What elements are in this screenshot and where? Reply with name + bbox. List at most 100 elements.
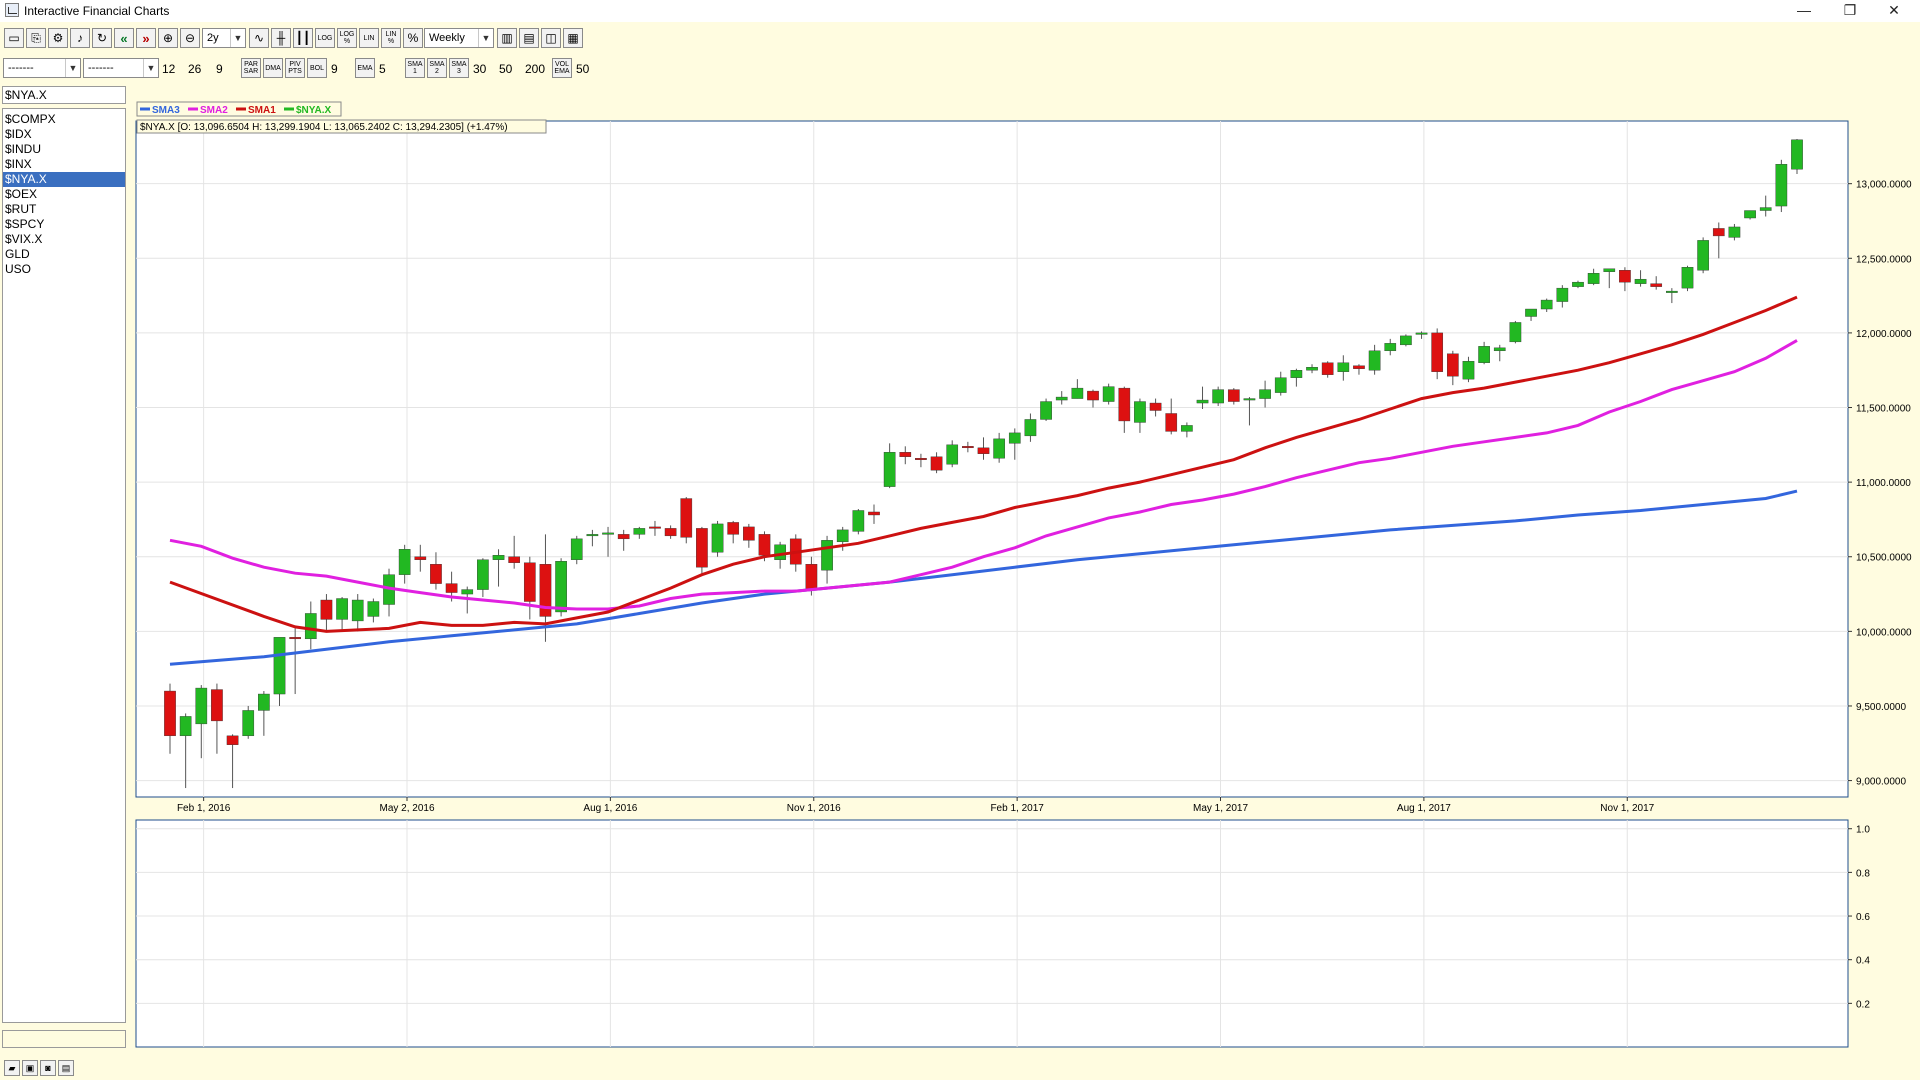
candle — [1791, 139, 1803, 170]
x-tick-label: May 2, 2016 — [379, 803, 434, 814]
candle — [1525, 308, 1537, 317]
candle — [195, 687, 208, 725]
candle — [1008, 432, 1021, 444]
status-bar: ▰ ▣ ◙ ▤ — [0, 1056, 1920, 1080]
candle — [1149, 402, 1162, 411]
save-icon[interactable]: ▣ — [22, 1060, 38, 1076]
candle — [242, 710, 255, 737]
candle — [727, 522, 740, 535]
candle — [523, 562, 536, 602]
candle — [508, 556, 521, 563]
candle — [414, 556, 427, 560]
candle — [1540, 299, 1553, 310]
candle — [1697, 240, 1709, 271]
export-icon[interactable]: ▤ — [58, 1060, 74, 1076]
candle — [962, 446, 974, 449]
candle — [289, 637, 301, 640]
candle — [868, 511, 880, 516]
candle — [1587, 273, 1600, 284]
x-tick-label: Feb 1, 2017 — [990, 803, 1044, 814]
candle — [1619, 270, 1631, 283]
candle — [1337, 362, 1350, 372]
candle — [1634, 278, 1647, 284]
candle — [226, 735, 239, 745]
legend-label: SMA1 — [248, 105, 276, 116]
candle — [852, 510, 865, 532]
candle — [1446, 353, 1459, 377]
y-tick-label: 0.4 — [1856, 956, 1870, 967]
y-tick-label: 1.0 — [1856, 825, 1870, 836]
candle — [1181, 425, 1193, 432]
candle — [883, 452, 896, 487]
lower-indicator-panel[interactable] — [135, 819, 1849, 1048]
candle — [743, 526, 755, 541]
candle — [899, 452, 912, 457]
candle — [617, 534, 630, 540]
x-tick-label: Aug 1, 2016 — [583, 803, 637, 814]
price-panel[interactable] — [135, 120, 1849, 798]
camera-icon[interactable]: ◙ — [40, 1060, 56, 1076]
lower-axis: 1.0 0.8 0.6 0.4 0.2 — [1848, 825, 1870, 1010]
candle — [1415, 332, 1428, 335]
candle — [1400, 335, 1412, 346]
candle — [351, 599, 364, 622]
candle — [1353, 365, 1365, 369]
candle — [1666, 290, 1678, 293]
candle — [1212, 389, 1224, 404]
candle — [1603, 268, 1616, 272]
candle — [1024, 419, 1037, 437]
candle — [398, 549, 411, 575]
candle — [492, 555, 505, 560]
candle — [711, 523, 724, 553]
y-tick-label: 11,000.0000 — [1856, 478, 1911, 489]
candle — [1274, 377, 1287, 393]
candle — [633, 528, 646, 535]
candle — [1650, 283, 1663, 287]
candle — [977, 447, 990, 454]
candle — [1227, 389, 1240, 402]
candle — [821, 540, 833, 571]
candle — [1681, 267, 1694, 289]
candle — [649, 526, 661, 529]
candle — [1775, 164, 1788, 207]
date-axis: Feb 1, 2016 May 2, 2016 Aug 1, 2016 Nov 1, … — [177, 797, 1655, 814]
x-tick-label: Nov 1, 2016 — [787, 803, 841, 814]
candle — [258, 693, 270, 711]
candle — [367, 601, 380, 617]
candle — [1071, 387, 1084, 399]
candle — [758, 534, 771, 556]
candle — [1087, 390, 1099, 401]
candle — [836, 529, 849, 543]
candle — [1321, 362, 1334, 375]
candle — [179, 716, 192, 737]
candle — [586, 534, 599, 537]
legend-label: SMA3 — [152, 105, 180, 116]
candle — [1493, 347, 1506, 352]
candle — [1243, 398, 1256, 401]
candle — [805, 564, 818, 590]
open-icon[interactable]: ▰ — [4, 1060, 20, 1076]
candle — [774, 544, 786, 560]
x-tick-label: Aug 1, 2017 — [1397, 803, 1451, 814]
chart-canvas[interactable]: 13,000.0000 12,500.0000 12,000.0000 11,500.… — [0, 0, 1920, 1056]
y-tick-label: 13,000.0000 — [1856, 180, 1912, 191]
y-tick-label: 0.6 — [1856, 912, 1870, 923]
candle — [664, 528, 677, 537]
price-axis: 13,000.0000 12,500.0000 12,000.0000 11,500.… — [1848, 180, 1912, 788]
candle — [1572, 281, 1584, 287]
y-tick-label: 12,500.0000 — [1856, 254, 1912, 265]
y-tick-label: 10,500.0000 — [1856, 553, 1912, 564]
candle — [1102, 386, 1115, 402]
candle — [273, 637, 286, 695]
quote-line: $NYA.X [O: 13,096.6504 H: 13,299.1904 L:… — [140, 122, 508, 133]
y-tick-label: 10,000.0000 — [1856, 627, 1912, 638]
y-tick-label: 0.8 — [1856, 868, 1870, 879]
candle — [445, 583, 458, 593]
candle — [164, 690, 176, 737]
candle — [680, 498, 693, 538]
candle — [1306, 367, 1318, 371]
candle — [304, 613, 317, 640]
candle — [1040, 401, 1052, 420]
candle — [930, 456, 943, 471]
candle — [1509, 322, 1522, 343]
